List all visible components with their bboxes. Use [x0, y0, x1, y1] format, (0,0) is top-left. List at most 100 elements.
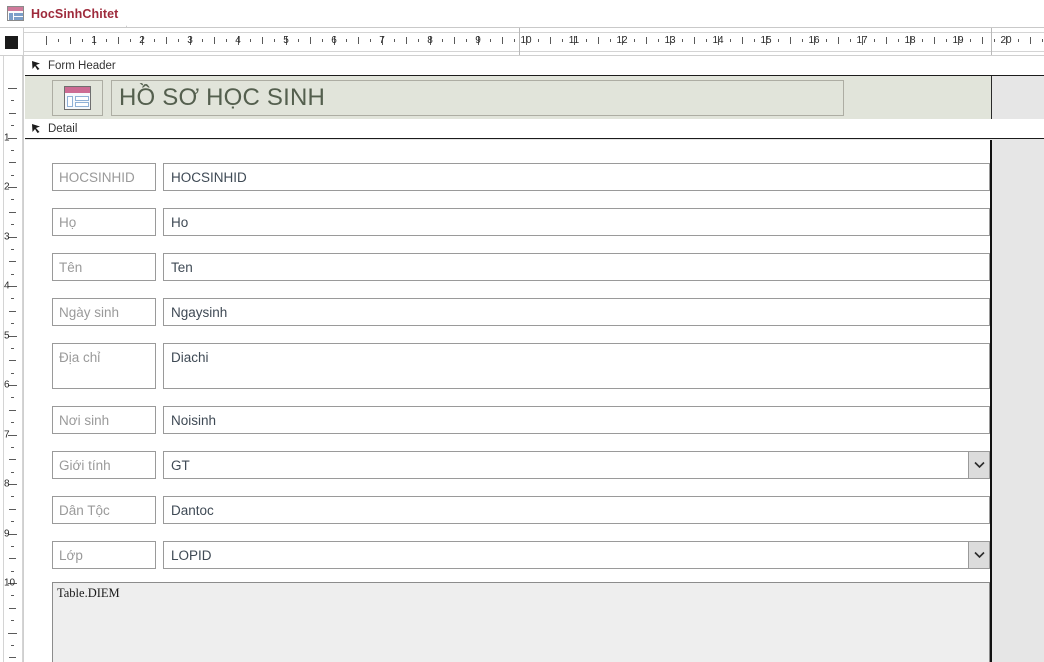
field-label-5[interactable]: Nơi sinh [52, 406, 156, 434]
ruler-number: 13 [664, 35, 676, 46]
ruler-tick [1030, 37, 1031, 44]
ruler-tick [874, 39, 875, 42]
ruler-number: 5 [4, 330, 10, 341]
header-image-control[interactable] [52, 80, 103, 116]
field-combobox-6[interactable]: GT [163, 451, 990, 479]
ruler-tick [11, 100, 14, 102]
ruler-number: 1 [4, 132, 10, 143]
ruler-tick [11, 422, 14, 424]
ruler-tick [9, 657, 16, 659]
ruler-tick [394, 39, 395, 42]
ruler-tick [9, 459, 16, 461]
form-icon [7, 6, 24, 21]
ruler-tick [9, 607, 16, 609]
field-textbox-5[interactable]: Noisinh [163, 406, 990, 434]
ruler-tick [538, 39, 539, 42]
chevron-down-icon[interactable] [968, 452, 989, 478]
ruler-tick [418, 39, 419, 42]
field-label-text: Ngày sinh [59, 304, 120, 320]
ruler-tick [9, 310, 16, 312]
field-label-text: Lớp [59, 547, 83, 563]
ruler-number: 1 [91, 35, 97, 46]
ruler-tick [694, 37, 695, 44]
document-tab-strip: HocSinhChitet [0, 0, 1044, 28]
ruler-tick [82, 39, 83, 42]
ruler-number: 11 [568, 35, 580, 46]
ruler-tick [502, 37, 503, 44]
ruler-tick [11, 446, 14, 448]
ruler-number: 19 [952, 35, 964, 46]
ruler-tick [178, 39, 179, 42]
form-icon [64, 86, 91, 110]
ruler-number: 16 [808, 35, 820, 46]
ruler-tick [11, 248, 14, 250]
ruler-tick [11, 644, 14, 646]
ruler-tick [598, 37, 599, 44]
vertical-ruler[interactable]: 1 2 3 4 5 6 7 8 9 10 [0, 56, 24, 662]
ruler-tick [982, 37, 983, 44]
ruler-number: 6 [4, 379, 10, 391]
field-value-text: Ten [171, 259, 193, 275]
ruler-number: 2 [4, 181, 10, 193]
ruler-tick [1042, 39, 1043, 42]
ruler-number: 2 [139, 35, 145, 46]
ruler-tick [490, 39, 491, 42]
field-label-text: Giới tính [59, 457, 111, 473]
field-combobox-8[interactable]: LOPID [163, 541, 990, 569]
ruler-tick [11, 570, 14, 572]
field-label-8[interactable]: Lớp [52, 541, 156, 569]
ruler-tick [11, 199, 14, 201]
field-label-1[interactable]: Họ [52, 208, 156, 236]
field-textbox-0[interactable]: HOCSINHID [163, 163, 990, 191]
detail-band[interactable]: HOCSINHID HOCSINHID Họ Ho Tên Ten Ngày sinh Nga… [25, 140, 992, 662]
field-label-3[interactable]: Ngày sinh [52, 298, 156, 326]
field-textbox-4[interactable]: Diachi [163, 343, 990, 389]
ruler-tick [454, 37, 455, 44]
field-textbox-3[interactable]: Ngaysinh [163, 298, 990, 326]
ruler-tick [994, 39, 995, 42]
ruler-tick [610, 39, 611, 42]
subform-control-diem[interactable]: Table.DIEM [52, 582, 990, 662]
ruler-tick [11, 496, 14, 498]
ruler-number: 9 [4, 528, 10, 539]
ruler-tick [970, 39, 971, 42]
ruler-tick [250, 39, 251, 42]
field-label-0[interactable]: HOCSINHID [52, 163, 156, 191]
field-label-text: HOCSINHID [59, 169, 135, 185]
select-all-corner[interactable] [0, 28, 24, 56]
field-label-4[interactable]: Địa chỉ [52, 343, 156, 389]
field-label-7[interactable]: Dân Tộc [52, 496, 156, 524]
document-tab-hocsinhchitet[interactable]: HocSinhChitet [0, 0, 141, 27]
ruler-tick [11, 372, 14, 374]
horizontal-ruler[interactable]: 1 2 3 4 5 6 7 8 9 10 11 12 13 14 15 16 17 18 19 20 [24, 28, 1044, 56]
field-textbox-1[interactable]: Ho [163, 208, 990, 236]
design-surface[interactable]: Form Header HỒ SƠ HỌC SINH Detail HOCSIN… [25, 56, 1044, 662]
field-label-2[interactable]: Tên [52, 253, 156, 281]
field-value-text: LOPID [171, 547, 212, 563]
ruler-number: 18 [904, 35, 916, 46]
ruler-tick [202, 39, 203, 42]
ruler-tick [706, 39, 707, 42]
form-header-band[interactable]: HỒ SƠ HỌC SINH [25, 76, 992, 119]
section-bar-form-header[interactable]: Form Header [25, 56, 1044, 76]
ruler-tick [358, 37, 359, 44]
field-label-6[interactable]: Giới tính [52, 451, 156, 479]
chevron-down-icon[interactable] [968, 542, 989, 568]
ruler-tick [802, 39, 803, 42]
ruler-tick [886, 37, 887, 44]
ruler-tick [11, 174, 14, 176]
ruler-tick [9, 162, 16, 164]
section-label-detail: Detail [48, 122, 78, 135]
field-textbox-7[interactable]: Dantoc [163, 496, 990, 524]
section-bar-detail[interactable]: Detail [25, 119, 1044, 139]
field-value-text: Noisinh [171, 412, 217, 428]
ruler-tick [562, 39, 563, 42]
ruler-tick [9, 360, 16, 362]
field-textbox-2[interactable]: Ten [163, 253, 990, 281]
field-value-text: GT [171, 457, 190, 473]
section-collapse-icon [31, 60, 42, 71]
ruler-tick [11, 471, 14, 473]
ruler-tick [682, 39, 683, 42]
ruler-tick [790, 37, 791, 44]
header-title-control[interactable]: HỒ SƠ HỌC SINH [111, 80, 844, 116]
